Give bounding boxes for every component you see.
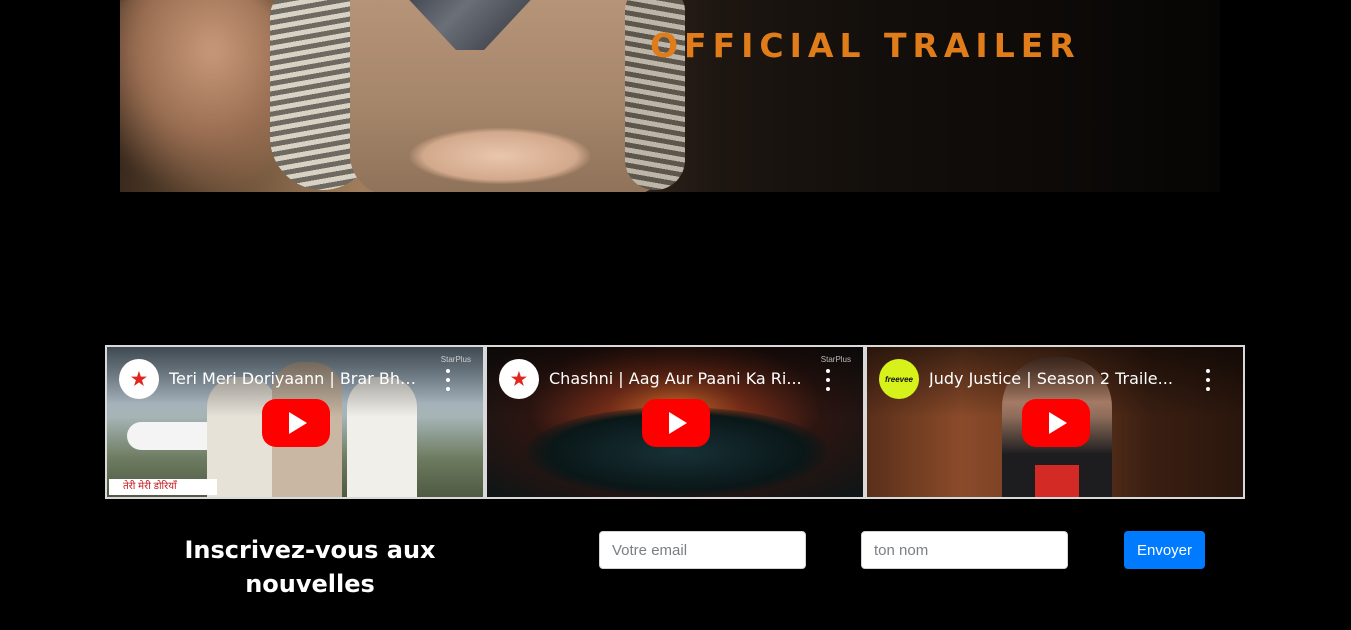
video-title[interactable]: Teri Meri Doriyaann | Brar Bha... — [169, 369, 424, 388]
star-icon: ★ — [130, 369, 148, 389]
channel-avatar[interactable]: freevee — [879, 359, 919, 399]
video-embed[interactable]: तेरी मेरी डोरियाँ StarPlus ★ Teri Meri D… — [105, 345, 485, 499]
more-options-icon[interactable] — [443, 369, 453, 391]
hero-title: OFFICIAL TRAILER — [650, 26, 1081, 65]
more-options-icon[interactable] — [1203, 369, 1213, 391]
channel-avatar[interactable]: ★ — [499, 359, 539, 399]
video-watermark: StarPlus — [820, 355, 851, 364]
youtube-play-button[interactable] — [262, 399, 330, 447]
more-options-icon[interactable] — [823, 369, 833, 391]
email-input[interactable] — [599, 531, 806, 569]
channel-avatar[interactable]: ★ — [119, 359, 159, 399]
name-input[interactable] — [861, 531, 1068, 569]
star-icon: ★ — [510, 369, 528, 389]
video-title[interactable]: Chashni | Aag Aur Paani Ka Ri... — [549, 369, 804, 388]
video-embed[interactable]: StarPlus ★ Chashni | Aag Aur Paani Ka Ri… — [485, 345, 865, 499]
submit-button[interactable]: Envoyer — [1124, 531, 1205, 569]
newsletter-title: Inscrivez-vous aux nouvelles — [160, 533, 460, 601]
clothing-image — [1035, 465, 1079, 497]
video-watermark: StarPlus — [440, 355, 471, 364]
hero-banner: OFFICIAL TRAILER — [120, 0, 1220, 192]
youtube-play-button[interactable] — [1022, 399, 1090, 447]
video-title[interactable]: Judy Justice | Season 2 Traile... — [929, 369, 1184, 388]
video-lower-third: तेरी मेरी डोरियाँ — [109, 479, 217, 495]
video-embed[interactable]: freevee Judy Justice | Season 2 Traile..… — [865, 345, 1245, 499]
newsletter-title-line: Inscrivez-vous aux — [184, 536, 436, 564]
newsletter-title-line: nouvelles — [245, 570, 375, 598]
youtube-play-button[interactable] — [642, 399, 710, 447]
hero-hands-image — [410, 128, 590, 184]
video-list: तेरी मेरी डोरियाँ StarPlus ★ Teri Meri D… — [105, 345, 1246, 499]
